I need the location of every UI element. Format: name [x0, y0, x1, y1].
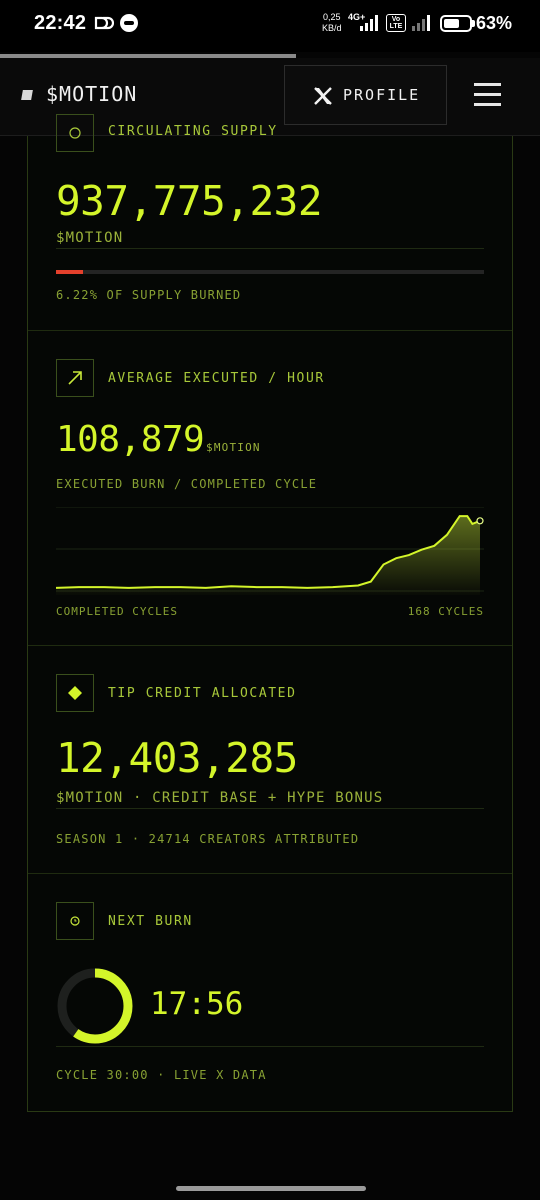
chart-point [205, 587, 207, 589]
chart-point [78, 586, 80, 588]
volte-icon: Vo LTE [386, 14, 406, 32]
network-speed: 0,25 KB/d [322, 12, 342, 34]
countdown-ring [57, 968, 133, 1044]
divider [56, 808, 484, 809]
countdown-timer: 17:56 [150, 986, 244, 1022]
battery-level [444, 19, 460, 28]
tip-footer: SEASON 1 · 24714 CREATORS ATTRIBUTED [56, 832, 360, 846]
x-profile-button[interactable]: PROFILE [284, 65, 447, 125]
next-burn-card: NEXT BURN 17:56 CYCLE 30:00 · LIVE X DAT… [28, 874, 512, 1112]
chart-area-fill [56, 516, 480, 595]
chart-right-label: 168 CYCLES [407, 605, 484, 618]
divider [56, 248, 484, 249]
status-time: 22:42 [34, 12, 87, 34]
tip-unit: $MOTION · CREDIT BASE + HYPE BONUS [56, 790, 384, 806]
chart-left-label: COMPLETED CYCLES [56, 605, 178, 618]
signal-icon [360, 15, 378, 31]
app-notification-icon [94, 16, 114, 30]
battery-icon [440, 15, 472, 32]
tip-card: TIP CREDIT ALLOCATED 12,403,285 $MOTION … [28, 646, 512, 874]
next-burn-footer: CYCLE 30:00 · LIVE X DATA [56, 1068, 267, 1082]
chart-point [357, 584, 359, 587]
average-subtitle: EXECUTED BURN / COMPLETED CYCLE [56, 477, 318, 491]
x-logo-icon [314, 87, 332, 105]
burn-progress-track [56, 270, 484, 274]
chart-point [466, 515, 468, 517]
tip-box [56, 674, 94, 712]
tip-label: TIP CREDIT ALLOCATED [108, 686, 297, 701]
chart-point [255, 586, 258, 588]
trend-box [56, 359, 94, 397]
chart-point [332, 586, 334, 588]
stats-panel: CIRCULATING SUPPLY 937,775,232 $MOTION 6… [27, 114, 513, 1112]
battery-percent: 63% [476, 13, 513, 33]
supply-unit: $MOTION [56, 230, 124, 246]
chart-point [446, 534, 448, 536]
diamond-icon [68, 686, 82, 700]
profile-label: PROFILE [343, 86, 421, 104]
chart-point [382, 563, 385, 566]
clock-icon [70, 916, 80, 926]
average-value: 108,879 [56, 419, 205, 460]
chart-point [471, 523, 473, 525]
chart-point [370, 581, 372, 583]
battery-cap [472, 20, 475, 27]
chat-notification-icon [120, 14, 138, 32]
average-card: AVERAGE EXECUTED / HOUR 108,879 $MOTION … [28, 331, 512, 646]
supply-card: CIRCULATING SUPPLY 937,775,232 $MOTION 6… [28, 114, 512, 331]
signal-icon-2 [412, 15, 430, 31]
chart-point [421, 549, 423, 551]
target-icon [69, 127, 81, 139]
hamburger-menu-icon[interactable] [474, 80, 502, 108]
brand-logo-icon [21, 90, 33, 100]
chart-point [459, 515, 461, 517]
burn-progress-fill [56, 270, 83, 274]
supply-icon [56, 114, 94, 152]
gesture-bar[interactable] [176, 1186, 366, 1191]
chart-point [395, 557, 397, 559]
brand-title[interactable]: $MOTION [46, 82, 137, 106]
chart-point [306, 587, 308, 589]
divider [56, 1046, 484, 1047]
clock-box [56, 902, 94, 940]
chart-point [103, 586, 105, 588]
chart-point [281, 586, 283, 588]
speed-unit: KB/d [322, 23, 342, 33]
speed-value: 0,25 [322, 12, 341, 22]
status-bar: 22:42 0,25 KB/d 4G+ Vo LTE 63% [0, 0, 540, 52]
executed-burn-chart [56, 507, 484, 595]
average-label: AVERAGE EXECUTED / HOUR [108, 371, 325, 386]
arrow-up-right-icon [68, 371, 82, 385]
chart-point [230, 585, 232, 587]
chart-point [129, 587, 131, 589]
chart-point [179, 586, 182, 588]
tip-value: 12,403,285 [56, 734, 298, 782]
chart-point [433, 545, 435, 547]
supply-value: 937,775,232 [56, 177, 323, 225]
average-unit: $MOTION [206, 441, 261, 454]
chart-point [154, 586, 156, 588]
burned-text: 6.22% OF SUPPLY BURNED [56, 288, 242, 302]
supply-label: CIRCULATING SUPPLY [108, 124, 278, 139]
chart-point [408, 554, 410, 556]
next-burn-label: NEXT BURN [108, 914, 193, 929]
chart-latest-point [476, 517, 484, 525]
